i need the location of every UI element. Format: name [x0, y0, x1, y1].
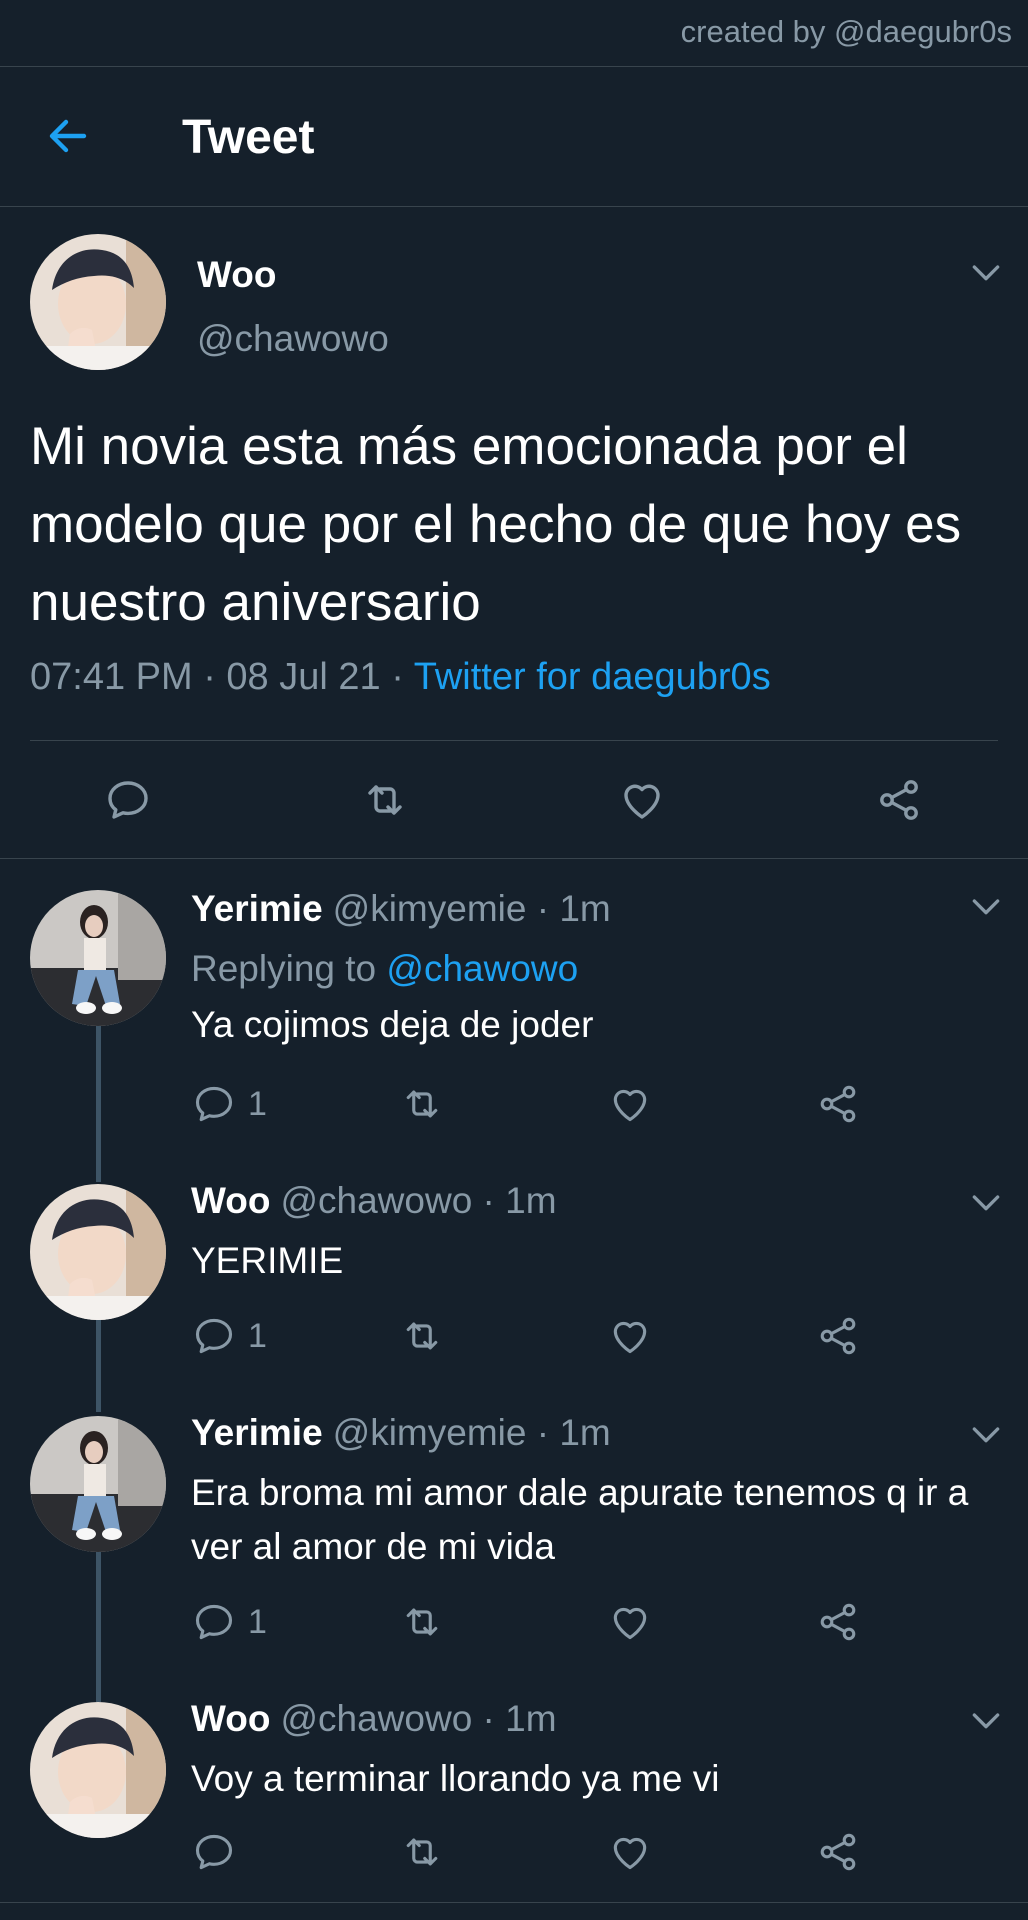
more-options-button[interactable]	[966, 1700, 1006, 1740]
reply-author[interactable]: Yerimie @kimyemie · 1m	[191, 1412, 611, 1454]
credit-watermark: created by @daegubr0s	[680, 14, 1012, 49]
reply-text: YERIMIE	[191, 1240, 344, 1281]
avatar[interactable]	[30, 1702, 166, 1838]
avatar[interactable]	[30, 1184, 166, 1320]
replying-to: Replying to @chawowo	[191, 948, 579, 989]
reply-count: 1	[248, 1602, 267, 1641]
reply-icon	[192, 1082, 236, 1126]
retweet-icon	[400, 1830, 444, 1874]
divider	[30, 740, 998, 741]
retweet-icon	[400, 1600, 444, 1644]
share-icon	[816, 1600, 860, 1644]
reply-author-name: Yerimie	[191, 1412, 323, 1453]
like-button[interactable]	[608, 1082, 652, 1126]
reply-button[interactable]	[104, 776, 152, 824]
retweet-icon	[361, 776, 409, 824]
more-options-button[interactable]	[966, 886, 1006, 926]
more-options-button[interactable]	[966, 1182, 1006, 1222]
chevron-down-icon	[966, 1700, 1006, 1740]
retweet-button[interactable]	[361, 776, 409, 824]
share-button[interactable]	[816, 1830, 860, 1874]
arrow-left-icon	[49, 119, 87, 153]
page-title: Tweet	[182, 111, 315, 164]
reply-button[interactable]: 1	[192, 1600, 267, 1644]
share-icon	[816, 1830, 860, 1874]
back-button[interactable]	[44, 112, 92, 160]
heart-icon	[608, 1830, 652, 1874]
heart-icon	[608, 1600, 652, 1644]
mention-link[interactable]: @chawowo	[386, 948, 578, 989]
like-button[interactable]	[608, 1600, 652, 1644]
avatar[interactable]	[30, 1416, 166, 1552]
reply-meta: @kimyemie · 1m	[332, 888, 611, 929]
retweet-icon	[400, 1082, 444, 1126]
chevron-down-icon	[966, 252, 1006, 292]
reply-icon	[192, 1314, 236, 1358]
reply-meta: @kimyemie · 1m	[332, 1412, 611, 1453]
reply-author-name: Yerimie	[191, 888, 323, 929]
tweet-source-link[interactable]: Twitter for daegubr0s	[414, 656, 771, 698]
reply-meta: @chawowo · 1m	[280, 1180, 557, 1221]
reply-author[interactable]: Yerimie @kimyemie · 1m	[191, 888, 611, 930]
reply-count: 1	[248, 1084, 267, 1123]
share-button[interactable]	[816, 1600, 860, 1644]
share-button[interactable]	[816, 1314, 860, 1358]
reply-text: Voy a terminar llorando ya me vi	[191, 1758, 720, 1799]
chevron-down-icon	[966, 886, 1006, 926]
tweet-timestamp: 07:41 PM · 08 Jul 21 ·	[30, 656, 414, 698]
chevron-down-icon	[966, 1182, 1006, 1222]
reply-author[interactable]: Woo @chawowo · 1m	[191, 1180, 557, 1222]
avatar[interactable]	[30, 234, 166, 370]
reply-meta: @chawowo · 1m	[280, 1698, 557, 1739]
reply-text: Ya cojimos deja de joder	[191, 1004, 594, 1045]
like-button[interactable]	[618, 776, 666, 824]
share-button[interactable]	[875, 776, 923, 824]
divider	[0, 66, 1028, 67]
reply-count: 1	[248, 1316, 267, 1355]
thread-line	[96, 1026, 101, 1182]
thread-line	[96, 1320, 101, 1412]
retweet-button[interactable]	[400, 1082, 444, 1126]
like-button[interactable]	[608, 1314, 652, 1358]
reply-author-name: Woo	[191, 1698, 271, 1739]
share-icon	[816, 1314, 860, 1358]
chevron-down-icon	[966, 1414, 1006, 1454]
like-button[interactable]	[608, 1830, 652, 1874]
reply-icon	[192, 1600, 236, 1644]
divider	[0, 1902, 1028, 1903]
retweet-button[interactable]	[400, 1314, 444, 1358]
reply-author[interactable]: Woo @chawowo · 1m	[191, 1698, 557, 1740]
author-name[interactable]: Woo	[197, 254, 276, 296]
reply-icon	[192, 1830, 236, 1874]
divider	[0, 206, 1028, 207]
heart-icon	[608, 1082, 652, 1126]
reply-button[interactable]: 1	[192, 1314, 267, 1358]
tweet-meta: 07:41 PM · 08 Jul 21 · Twitter for daegu…	[30, 656, 771, 699]
reply-author-name: Woo	[191, 1180, 271, 1221]
reply-button[interactable]: 1	[192, 1082, 267, 1126]
share-button[interactable]	[816, 1082, 860, 1126]
retweet-button[interactable]	[400, 1830, 444, 1874]
share-icon	[816, 1082, 860, 1126]
reply-button[interactable]	[192, 1830, 248, 1874]
retweet-button[interactable]	[400, 1600, 444, 1644]
thread-line	[96, 1552, 101, 1702]
heart-icon	[608, 1314, 652, 1358]
tweet-text: Mi novia esta más emocionada por el mode…	[30, 417, 962, 632]
divider	[0, 858, 1028, 859]
reply-text: Era broma mi amor dale apurate tenemos q…	[191, 1472, 969, 1567]
heart-icon	[618, 776, 666, 824]
more-options-button[interactable]	[966, 252, 1006, 292]
more-options-button[interactable]	[966, 1414, 1006, 1454]
avatar[interactable]	[30, 890, 166, 1026]
author-handle[interactable]: @chawowo	[197, 318, 389, 360]
share-icon	[875, 776, 923, 824]
reply-icon	[104, 776, 152, 824]
retweet-icon	[400, 1314, 444, 1358]
